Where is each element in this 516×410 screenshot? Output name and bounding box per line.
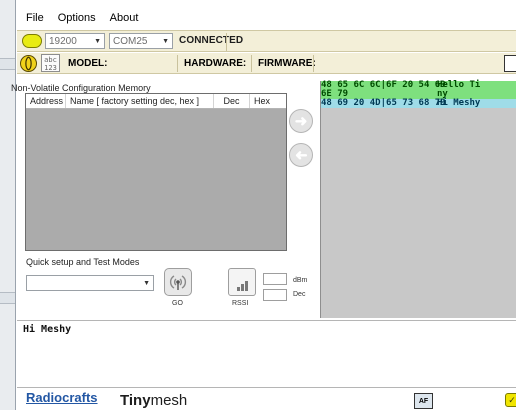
menu-file[interactable]: File [26,12,44,24]
nvm-section-title: Non-Volatile Configuration Memory [11,83,151,93]
arrow-right-icon: ➜ [294,113,308,130]
signal-bar-icon [241,284,244,291]
ok-icon[interactable]: ✓ [505,393,516,407]
connect-led-button[interactable] [22,34,42,48]
column-dec[interactable]: Dec [214,94,250,108]
toolbar-divider [313,55,314,72]
hardware-label: HARDWARE: [184,58,247,69]
go-button[interactable] [164,268,192,296]
connection-status: CONNECTED [179,35,244,46]
column-address[interactable]: Address [26,94,66,108]
rssi-label: RSSI [232,300,249,307]
nvm-table[interactable]: Address Name [ factory setting dec, hex … [25,93,287,251]
menubar: File Options About [17,8,516,28]
hex-bytes: 48 69 20 4D|65 73 68 79 [321,98,446,108]
tinymesh-logo-bold: Tiny [120,392,151,409]
dbm-unit-label: dBm [293,277,308,284]
abc-text: abc [44,56,57,64]
menu-options[interactable]: Options [58,12,96,24]
af-icon[interactable]: AF [414,393,433,409]
abc-123-toggle-icon[interactable]: abc 123 [41,54,60,72]
baud-rate-select[interactable]: 19200 ▼ [45,33,105,49]
dec-unit-label: Dec [293,291,306,298]
hex-terminal[interactable]: 48 65 6C 6C|6F 20 54 69 Hello Ti 6E 79 n… [320,81,516,318]
column-hex[interactable]: Hex [250,94,286,108]
toolbar-divider [226,33,227,51]
toolbar-divider [177,55,178,72]
signal-bar-icon [245,281,248,291]
tinymesh-logo-light: mesh [150,392,188,409]
com-port-value: COM25 [113,35,148,47]
footer: Radiocrafts Tinymesh AF ✓ [17,390,516,410]
baud-rate-value: 19200 [49,35,77,47]
hex-ascii: Hi Meshy [437,98,481,108]
rssi-button[interactable] [228,268,256,296]
num-text: 123 [44,64,57,72]
chevron-down-icon: ▼ [162,37,169,45]
signal-bar-icon [237,287,240,291]
arrow-left-button[interactable]: ➜ [289,143,313,167]
radiocrafts-logo-link[interactable]: Radiocrafts [26,390,98,405]
device-info-toolbar: abc 123 MODEL: HARDWARE: FIRMWARE: [17,53,516,74]
quick-setup-title: Quick setup and Test Modes [26,257,140,267]
connection-toolbar: 19200 ▼ COM25 ▼ CONNECTED [17,30,516,52]
quick-setup-select[interactable]: ▼ [26,275,154,291]
column-name[interactable]: Name [ factory setting dec, hex ] [66,94,214,108]
chevron-down-icon: ▼ [94,37,101,45]
hex-ascii: Hello Ti [437,80,481,90]
hex-row: 48 65 6C 6C|6F 20 54 69 Hello Ti [321,81,516,90]
rssi-dbm-field [263,273,287,285]
model-label: MODEL: [68,58,108,69]
hex-row: 48 69 20 4D|65 73 68 79 Hi Meshy [321,99,516,108]
edge-decoration [0,58,15,70]
hex-rows: 48 65 6C 6C|6F 20 54 69 Hello Ti 6E 79 n… [321,81,516,108]
tinymesh-logo: Tinymesh [120,392,187,409]
document-icon[interactable] [504,55,516,72]
toolbar-divider [251,55,252,72]
device-icon[interactable] [20,55,37,72]
antenna-icon [169,275,187,290]
rssi-dec-field [263,289,287,301]
menu-about[interactable]: About [110,12,139,24]
chevron-down-icon: ▼ [143,279,150,287]
com-port-select[interactable]: COM25 ▼ [109,33,173,49]
arrow-right-button[interactable]: ➜ [289,109,313,133]
ascii-console-text: Hi Meshy [23,324,72,335]
go-label: GO [172,300,183,307]
arrow-left-icon: ➜ [294,147,308,164]
firmware-label: FIRMWARE: [258,58,316,69]
background-window-edge [0,0,16,410]
nvm-table-header: Address Name [ factory setting dec, hex … [26,94,286,109]
ascii-console[interactable]: Hi Meshy [17,320,516,388]
edge-decoration [0,292,15,304]
